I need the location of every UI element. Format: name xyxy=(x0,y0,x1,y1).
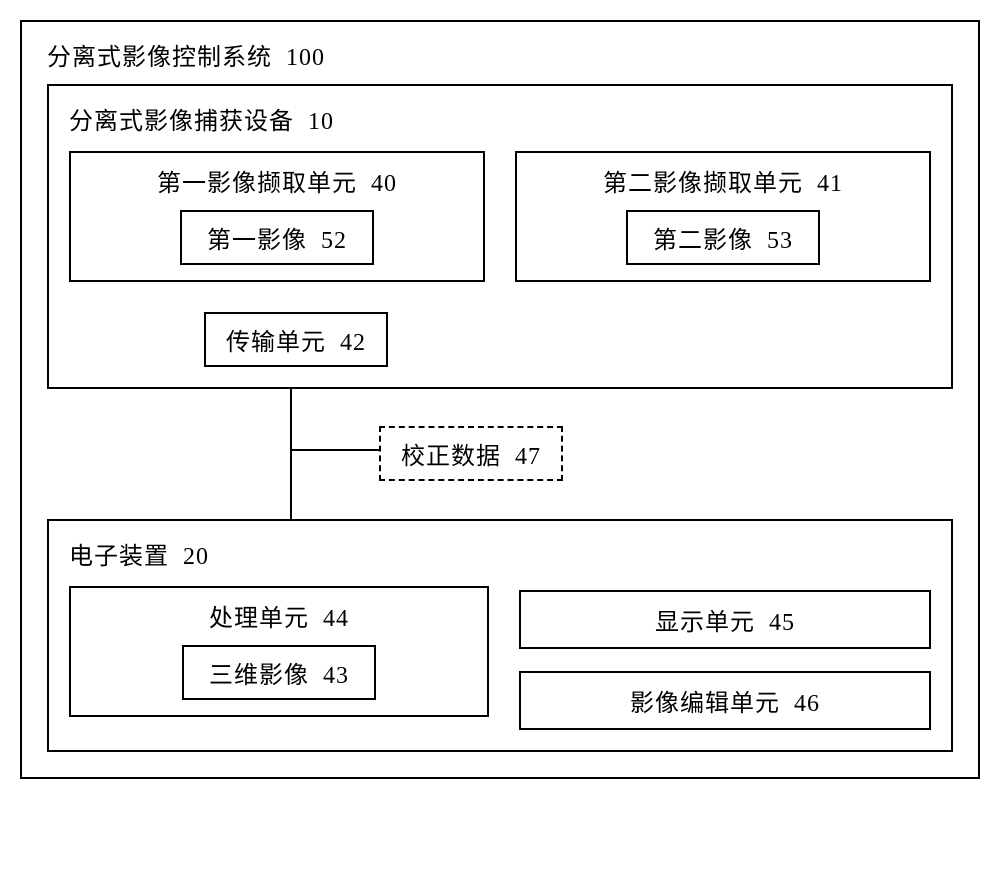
correction-id: 47 xyxy=(515,444,541,470)
unit2-title-text: 第二影像撷取单元 xyxy=(603,171,803,197)
editing-label: 影像编辑单元 xyxy=(630,691,780,717)
connector-line-bottom xyxy=(290,449,292,519)
electronic-device-box: 电子装置 20 处理单元 44 三维影像 43 显示单元 xyxy=(47,519,953,752)
editing-id: 46 xyxy=(794,691,820,717)
electronic-content-row: 处理单元 44 三维影像 43 显示单元 45 影像编辑单元 46 xyxy=(69,586,931,730)
transmission-row: 传输单元 42 xyxy=(69,312,931,367)
electronic-device-title: 电子装置 20 xyxy=(69,536,931,571)
correction-data-box: 校正数据 47 xyxy=(379,426,563,481)
display-label: 显示单元 xyxy=(655,610,755,636)
system-id: 100 xyxy=(286,45,325,71)
transmission-unit-box: 传输单元 42 xyxy=(204,312,388,367)
unit2-title: 第二影像撷取单元 41 xyxy=(537,163,909,198)
capture-device-title-text: 分离式影像捕获设备 xyxy=(69,109,294,135)
display-unit-box: 显示单元 45 xyxy=(519,590,931,649)
processing-id: 44 xyxy=(323,606,349,632)
connector-line-horizontal xyxy=(290,449,380,451)
unit1-title: 第一影像撷取单元 40 xyxy=(91,163,463,198)
capture-unit-1: 第一影像撷取单元 40 第一影像 52 xyxy=(69,151,485,282)
processing-unit-box: 处理单元 44 三维影像 43 xyxy=(69,586,489,717)
processing-image-id: 43 xyxy=(323,663,349,689)
unit1-image-label: 第一影像 xyxy=(207,228,307,254)
capture-units-row: 第一影像撷取单元 40 第一影像 52 第二影像撷取单元 41 第二影像 53 xyxy=(69,151,931,282)
unit1-image-id: 52 xyxy=(321,228,347,254)
transmission-id: 42 xyxy=(340,330,366,356)
processing-image-label: 三维影像 xyxy=(209,663,309,689)
system-title: 分离式影像控制系统 100 xyxy=(47,37,953,72)
system-container: 分离式影像控制系统 100 分离式影像捕获设备 10 第一影像撷取单元 40 第… xyxy=(20,20,980,779)
capture-device-title: 分离式影像捕获设备 10 xyxy=(69,101,931,136)
correction-label: 校正数据 xyxy=(401,444,501,470)
processing-title: 处理单元 44 xyxy=(91,598,467,633)
capture-device-id: 10 xyxy=(308,109,334,135)
display-id: 45 xyxy=(769,610,795,636)
unit1-title-text: 第一影像撷取单元 xyxy=(157,171,357,197)
processing-title-text: 处理单元 xyxy=(209,606,309,632)
electronic-device-id: 20 xyxy=(183,544,209,570)
unit1-id: 40 xyxy=(371,171,397,197)
unit2-image-id: 53 xyxy=(767,228,793,254)
unit2-image-label: 第二影像 xyxy=(653,228,753,254)
system-title-text: 分离式影像控制系统 xyxy=(47,45,272,71)
unit1-image-box: 第一影像 52 xyxy=(180,210,374,265)
capture-unit-2: 第二影像撷取单元 41 第二影像 53 xyxy=(515,151,931,282)
electronic-right-column: 显示单元 45 影像编辑单元 46 xyxy=(519,586,931,730)
transmission-label: 传输单元 xyxy=(226,330,326,356)
connector-line-top xyxy=(290,389,292,449)
electronic-device-title-text: 电子装置 xyxy=(69,544,169,570)
connector-area: 校正数据 47 xyxy=(47,389,953,519)
unit2-image-box: 第二影像 53 xyxy=(626,210,820,265)
editing-unit-box: 影像编辑单元 46 xyxy=(519,671,931,730)
processing-image-box: 三维影像 43 xyxy=(182,645,376,700)
capture-device-box: 分离式影像捕获设备 10 第一影像撷取单元 40 第一影像 52 第二影像撷取单… xyxy=(47,84,953,389)
electronic-left-column: 处理单元 44 三维影像 43 xyxy=(69,586,489,730)
unit2-id: 41 xyxy=(817,171,843,197)
